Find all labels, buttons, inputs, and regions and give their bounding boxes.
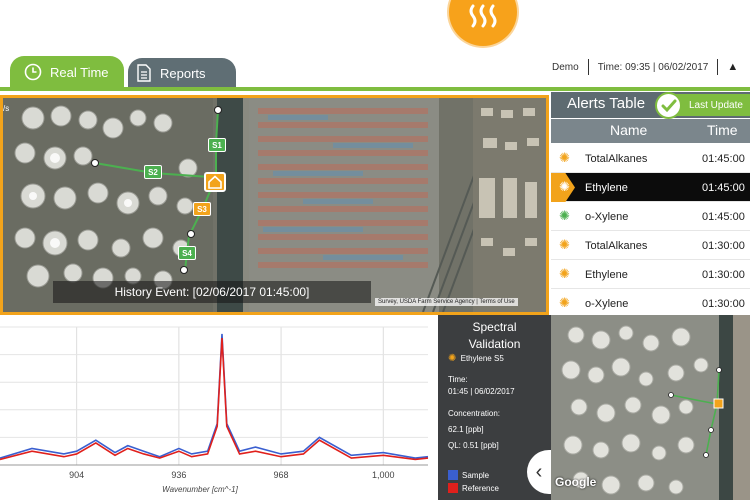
legend-reference-swatch	[448, 483, 458, 493]
sensor-label-s3[interactable]: S3	[193, 202, 211, 216]
user-name[interactable]: Demo	[552, 62, 579, 73]
alert-status-icon: ✺	[559, 150, 570, 165]
document-icon	[136, 64, 152, 82]
user-icon[interactable]: ▲	[727, 61, 738, 73]
alert-status-icon: ✺	[559, 179, 570, 194]
mini-map-imagery	[551, 315, 750, 500]
header-divider	[587, 59, 589, 75]
tab-underline	[0, 87, 750, 91]
heat-waves-icon	[469, 4, 497, 28]
column-time-header[interactable]: Time	[707, 122, 738, 138]
legend-reference: Reference	[448, 483, 499, 493]
alert-time: 01:30:00	[702, 240, 745, 252]
alert-status-icon: ✺	[559, 237, 570, 252]
series-line-sample	[0, 333, 429, 459]
alerts-table: Alerts Table Last Update Name Time ✺ Tota…	[551, 92, 750, 314]
alerts-title: Alerts Table	[567, 95, 646, 112]
legend-sample: Sample	[448, 470, 489, 480]
satellite-map[interactable]: /s S1 S2 S3 S4 History Event: [02/06/201…	[0, 95, 549, 315]
x-tick-label: 936	[171, 470, 186, 480]
alert-row[interactable]: ✺ o-Xylene 01:45:00	[551, 202, 750, 231]
spectrum-plot: 904 936 968 1,000 Wavenumber [cm^-1]	[0, 326, 429, 494]
alert-time: 01:45:00	[702, 211, 745, 223]
validation-concentration-value: 62.1 [ppb]	[448, 425, 484, 434]
history-event-banner: History Event: [02/06/2017 01:45:00]	[53, 281, 371, 303]
app-logo	[449, 0, 517, 46]
x-tick-label: 968	[274, 470, 289, 480]
tab-real-time[interactable]: Real Time	[10, 56, 124, 88]
spectrum-chart: 904 936 968 1,000 Wavenumber [cm^-1]	[0, 315, 437, 500]
alert-name: o-Xylene	[585, 298, 629, 310]
x-tick-label: 1,000	[372, 470, 395, 480]
validation-title: Spectral Validation	[438, 319, 551, 353]
validation-title-line1: Spectral	[472, 320, 517, 334]
alert-row[interactable]: ✺ o-Xylene 01:30:00	[551, 289, 750, 314]
tab-reports[interactable]: Reports	[128, 58, 236, 88]
header-divider	[717, 59, 719, 75]
compound-name: Ethylene S5	[460, 354, 504, 363]
alert-time: 01:30:00	[702, 269, 745, 281]
sensor-label-s2[interactable]: S2	[144, 165, 162, 179]
header-info: Demo Time: 09:35 | 06/02/2017 ▲	[552, 57, 738, 77]
check-icon	[655, 92, 682, 119]
x-tick-label: 904	[69, 470, 84, 480]
tab-label: Real Time	[50, 64, 109, 80]
tab-label: Reports	[160, 65, 206, 81]
alerts-header: Alerts Table Last Update	[551, 92, 750, 119]
series-line-reference	[0, 337, 429, 461]
alert-name: TotalAlkanes	[585, 240, 648, 252]
legend-reference-label: Reference	[462, 483, 499, 493]
map-attribution[interactable]: Survey, USDA Farm Service Agency | Terms…	[375, 298, 518, 306]
alert-row[interactable]: ✺ Ethylene 01:30:00	[551, 260, 750, 289]
validation-time-value: 01:45 | 06/02/2017	[448, 387, 515, 396]
home-marker-icon[interactable]	[204, 172, 226, 192]
alert-time: 01:45:00	[702, 153, 745, 165]
validation-concentration-label: Concentration:	[448, 409, 501, 418]
column-name-header[interactable]: Name	[610, 122, 647, 138]
chevron-left-icon: ‹	[535, 460, 543, 483]
sensor-label-s4[interactable]: S4	[178, 246, 196, 260]
alert-row[interactable]: ✺ Ethylene 01:45:00	[551, 173, 750, 202]
alert-status-icon: ✺	[559, 295, 570, 310]
alert-name: TotalAlkanes	[585, 153, 648, 165]
mini-map[interactable]: Google	[551, 315, 750, 500]
satellite-imagery	[3, 98, 546, 312]
map-corner-text: /s	[3, 104, 10, 113]
legend-sample-swatch	[448, 470, 458, 480]
clock-icon	[24, 63, 42, 81]
alert-status-icon: ✺	[559, 208, 570, 223]
alert-status-icon: ✺	[559, 266, 570, 281]
validation-time-label: Time:	[448, 375, 468, 384]
alert-name: Ethylene	[585, 182, 628, 194]
alert-time: 01:30:00	[702, 298, 745, 310]
validation-compound: ✺ Ethylene S5	[448, 353, 504, 364]
alert-row[interactable]: ✺ TotalAlkanes 01:45:00	[551, 144, 750, 173]
validation-title-line2: Validation	[468, 337, 521, 351]
app-root: Demo Time: 09:35 | 06/02/2017 ▲ Real Tim…	[0, 0, 750, 500]
alert-time: 01:45:00	[702, 182, 745, 194]
alert-name: Ethylene	[585, 269, 628, 281]
legend-sample-label: Sample	[462, 470, 490, 480]
sensor-label-s1[interactable]: S1	[208, 138, 226, 152]
current-time: Time: 09:35 | 06/02/2017	[597, 61, 709, 73]
validation-ql: QL: 0.51 [ppb]	[448, 441, 499, 450]
x-axis-label: Wavenumber [cm^-1]	[162, 485, 238, 494]
alert-asterisk-icon: ✺	[448, 353, 457, 364]
alerts-column-headers: Name Time	[551, 119, 750, 143]
alert-row[interactable]: ✺ TotalAlkanes 01:30:00	[551, 231, 750, 260]
google-logo: Google	[555, 475, 597, 489]
alert-name: o-Xylene	[585, 211, 629, 223]
